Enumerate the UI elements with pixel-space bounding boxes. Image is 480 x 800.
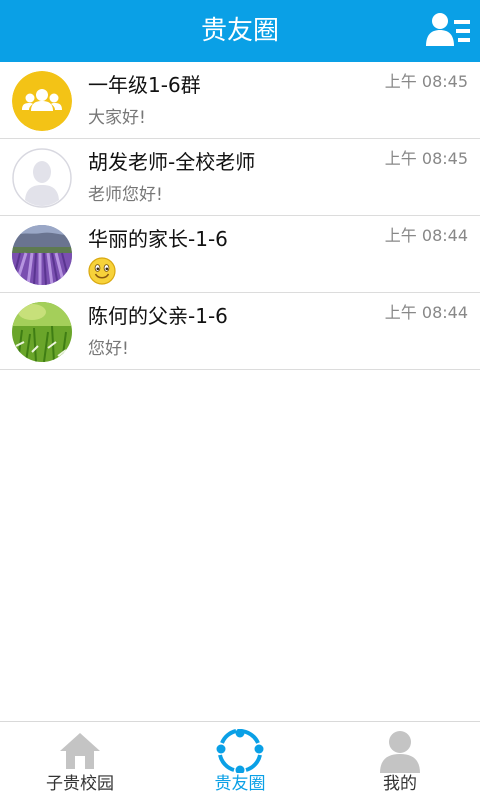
tab-friends-circle[interactable]: 贵友圈 (160, 722, 320, 800)
chat-preview: 大家好! (88, 108, 146, 128)
chat-time: 上午 08:44 (384, 303, 468, 322)
home-icon (60, 733, 100, 769)
chat-preview: 您好! (88, 339, 129, 359)
smiley-emoji-icon (88, 257, 116, 285)
page-title: 贵友圈 (200, 16, 279, 46)
chat-row-parent-chen[interactable]: 陈何的父亲-1-6 上午 08:44 您好! (0, 293, 480, 370)
chat-name: 一年级1-6群 (88, 73, 201, 97)
title-bar: 贵友圈 (0, 0, 480, 62)
chat-row-group[interactable]: 一年级1-6群 上午 08:45 大家好! (0, 62, 480, 139)
tab-me[interactable]: 我的 (320, 722, 480, 800)
chat-time: 上午 08:44 (384, 226, 468, 245)
grass-field-photo (12, 302, 72, 362)
chat-name: 胡发老师-全校老师 (88, 150, 256, 174)
tab-label: 子贵校园 (46, 774, 114, 794)
tab-campus[interactable]: 子贵校园 (0, 722, 160, 800)
tab-label: 贵友圈 (214, 774, 266, 794)
contacts-list-icon (426, 13, 470, 46)
lavender-field-photo (12, 225, 72, 285)
default-person-avatar (12, 148, 72, 208)
bottom-navigation: 子贵校园 贵友圈 我的 (0, 721, 480, 800)
chat-row-parent-hua[interactable]: 华丽的家长-1-6 上午 08:44 (0, 216, 480, 293)
tab-label: 我的 (383, 774, 417, 794)
person-icon (380, 731, 420, 773)
chat-time: 上午 08:45 (384, 149, 468, 168)
chat-row-teacher[interactable]: 胡发老师-全校老师 上午 08:45 老师您好! (0, 139, 480, 216)
chat-name: 华丽的家长-1-6 (88, 227, 228, 251)
contacts-button[interactable] (426, 10, 472, 52)
chat-list: 一年级1-6群 上午 08:45 大家好! 胡发老师-全校老师 上午 08:45… (0, 62, 480, 370)
chat-name: 陈何的父亲-1-6 (88, 304, 228, 328)
chat-time: 上午 08:45 (384, 72, 468, 91)
app-screen: 贵友圈 一年级1-6群 上午 08:45 大家好! 胡发老师-全校老师 上午 0… (0, 0, 480, 800)
circle-share-icon (216, 729, 264, 773)
chat-preview: 老师您好! (88, 185, 163, 205)
group-avatar-icon (12, 71, 72, 131)
